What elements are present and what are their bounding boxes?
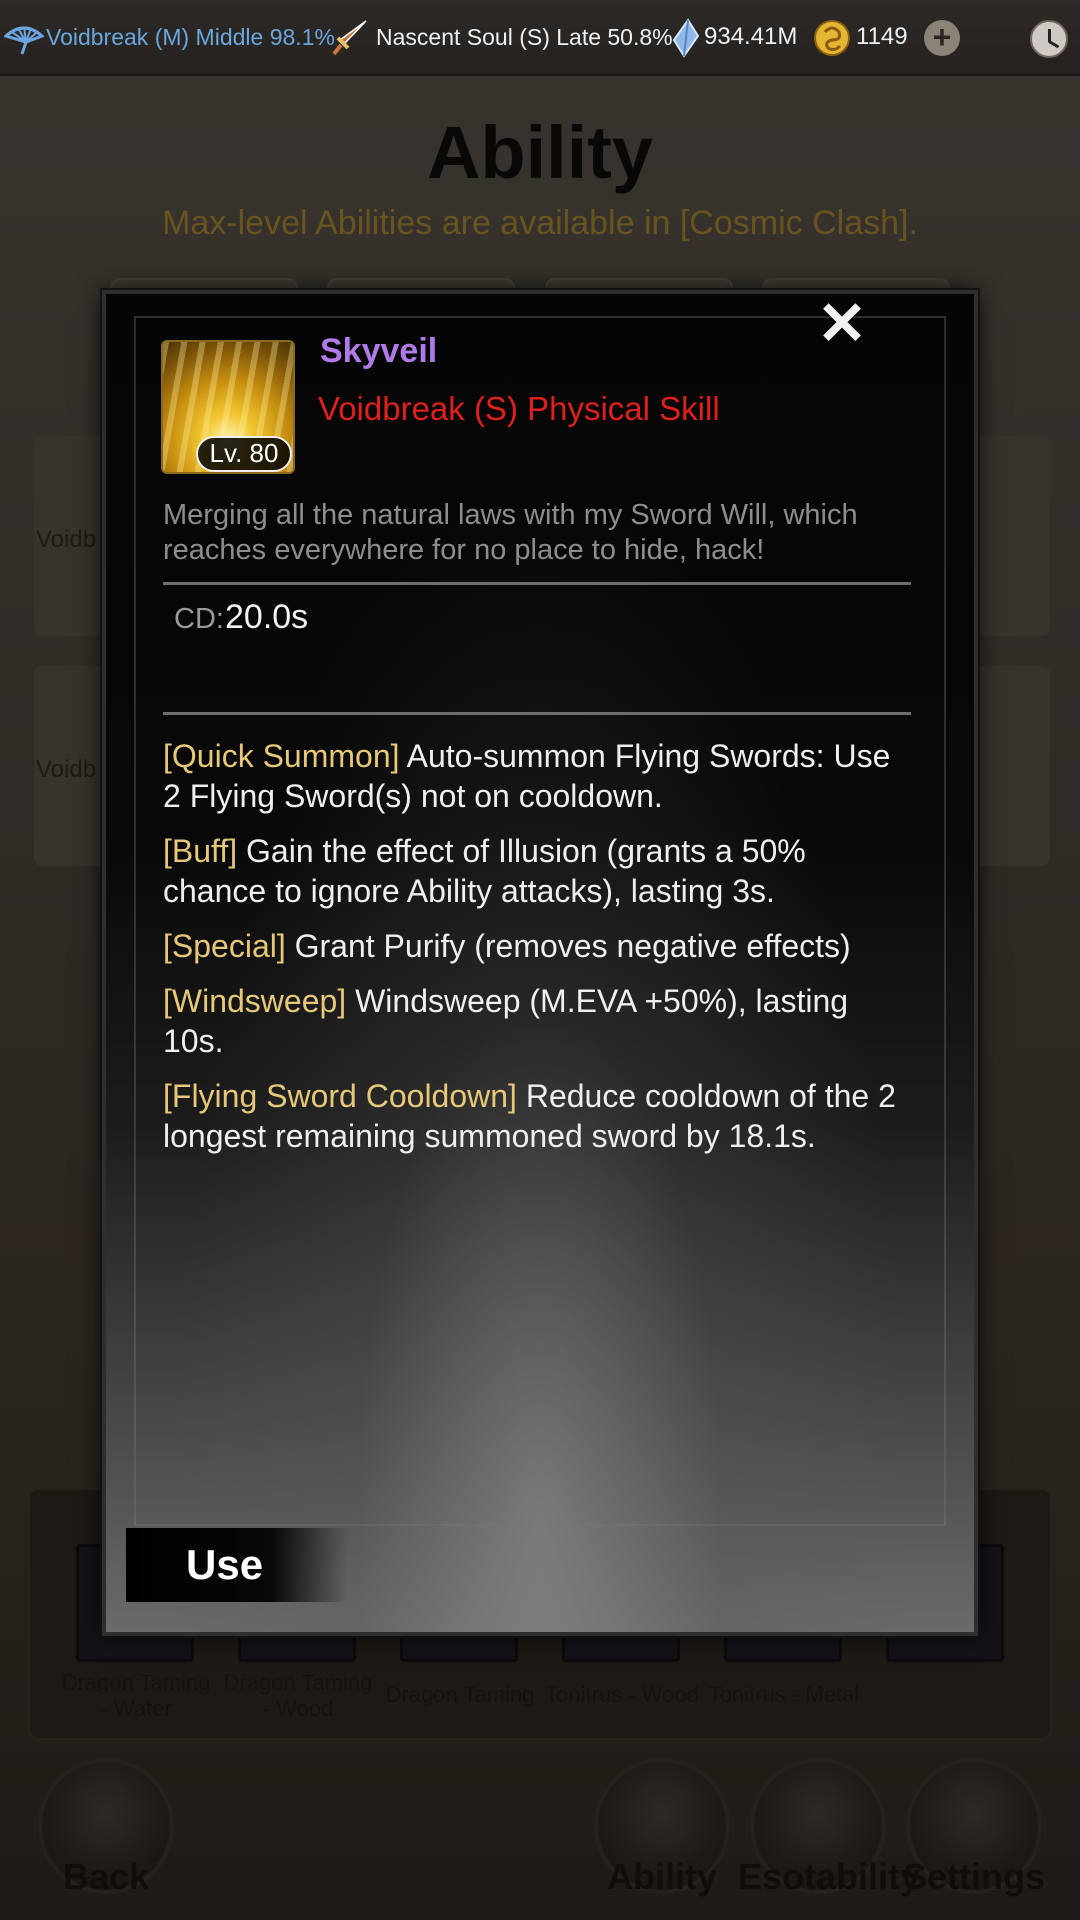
cooldown-value: 20.0s [225,598,309,636]
effect-buff: [Buff] Gain the effect of Illusion (gran… [163,831,903,911]
effect-tag: [Flying Sword Cooldown] [163,1078,517,1114]
coin-icon [814,20,850,56]
effect-quick-summon: [Quick Summon] Auto-summon Flying Swords… [163,736,903,816]
skill-type: Voidbreak (S) Physical Skill [318,390,720,427]
effect-text: Grant Purify (removes negative effects) [285,928,851,964]
fan-icon [4,26,44,55]
divider [163,712,911,715]
effect-text: Gain the effect of Illusion (grants a 50… [163,833,806,909]
currency-count: 1149 [856,23,908,50]
effect-tag: [Buff] [163,833,238,869]
effect-tag: [Special] [163,928,286,964]
level-badge: Lv. 80 [196,436,292,472]
effect-flying-sword-cooldown: [Flying Sword Cooldown] Reduce cooldown … [163,1076,903,1156]
spirit-stones-count: 934.41M [704,23,798,50]
crystal-icon [672,18,700,58]
add-currency-button[interactable]: + [924,20,960,56]
sword-icon [332,20,367,56]
skill-name: Skyveil [320,332,438,370]
cooldown-label: CD: [174,603,224,635]
effect-windsweep: [Windsweep] Windsweep (M.EVA +50%), last… [163,981,903,1061]
divider [163,582,911,585]
use-button[interactable]: Use [126,1528,348,1602]
effect-special: [Special] Grant Purify (removes negative… [163,926,903,966]
skill-effects-list: [Quick Summon] Auto-summon Flying Swords… [163,736,903,1171]
effect-tag: [Windsweep] [163,983,347,1019]
realm-status: Voidbreak (M) Middle 98.1% [46,24,335,50]
clock-icon[interactable] [1030,20,1068,58]
effect-tag: [Quick Summon] [163,738,400,774]
skill-description: Merging all the natural laws with my Swo… [163,499,858,566]
status-bar: Voidbreak (M) Middle 98.1% Nascent Soul … [0,0,1080,76]
close-button[interactable]: ✕ [816,294,868,354]
soul-status: Nascent Soul (S) Late 50.8% [376,24,673,50]
